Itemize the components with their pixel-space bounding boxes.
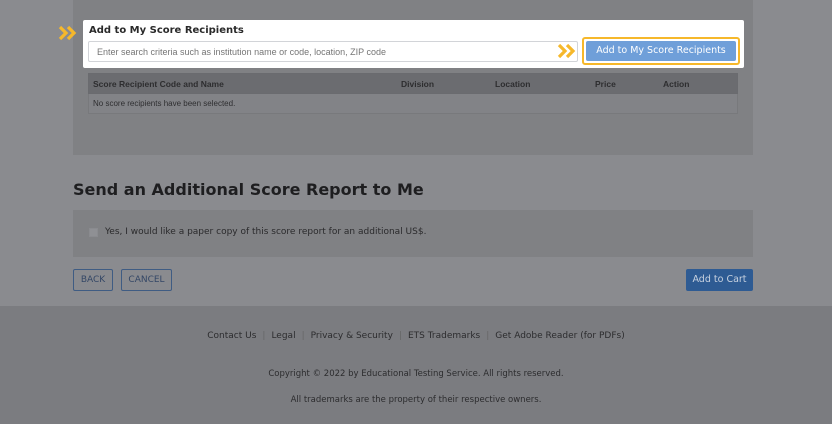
cancel-button[interactable]: CANCEL	[121, 269, 172, 291]
col-header-price: Price	[595, 79, 616, 89]
paper-copy-label: Yes, I would like a paper copy of this s…	[105, 227, 427, 237]
col-header-location: Location	[495, 79, 531, 89]
add-to-cart-button[interactable]: Add to Cart	[686, 269, 753, 291]
footer-link-privacy[interactable]: Privacy & Security	[305, 331, 399, 341]
table-empty-row: No score recipients have been selected.	[88, 94, 738, 114]
footer-link-legal[interactable]: Legal	[265, 331, 301, 341]
footer-copyright: Copyright © 2022 by Educational Testing …	[268, 369, 564, 379]
additional-report-title: Send an Additional Score Report to Me	[73, 180, 424, 199]
footer-link-adobe[interactable]: Get Adobe Reader (for PDFs)	[489, 331, 630, 341]
col-header-code: Score Recipient Code and Name	[93, 79, 224, 89]
col-header-action: Action	[663, 79, 690, 89]
table-header: Score Recipient Code and Name Division L…	[88, 73, 738, 94]
recipients-table: Score Recipient Code and Name Division L…	[88, 73, 738, 114]
footer-trademarks: All trademarks are the property of their…	[290, 395, 542, 405]
footer-links: Contact Us | Legal | Privacy & Security | ETS …	[0, 331, 832, 341]
recipient-search-input[interactable]	[88, 41, 578, 62]
paper-copy-checkbox[interactable]	[89, 228, 98, 237]
recipients-title: Add to My Score Recipients	[89, 25, 244, 36]
footer-link-trademarks[interactable]: ETS Trademarks	[402, 331, 486, 341]
add-recipients-button[interactable]: Add to My Score Recipients	[586, 41, 736, 61]
col-header-division: Division	[401, 79, 435, 89]
step-arrow-icon	[58, 25, 80, 41]
button-arrow-icon	[557, 43, 579, 59]
back-button[interactable]: BACK	[73, 269, 113, 291]
footer-link-contact[interactable]: Contact Us	[201, 331, 262, 341]
